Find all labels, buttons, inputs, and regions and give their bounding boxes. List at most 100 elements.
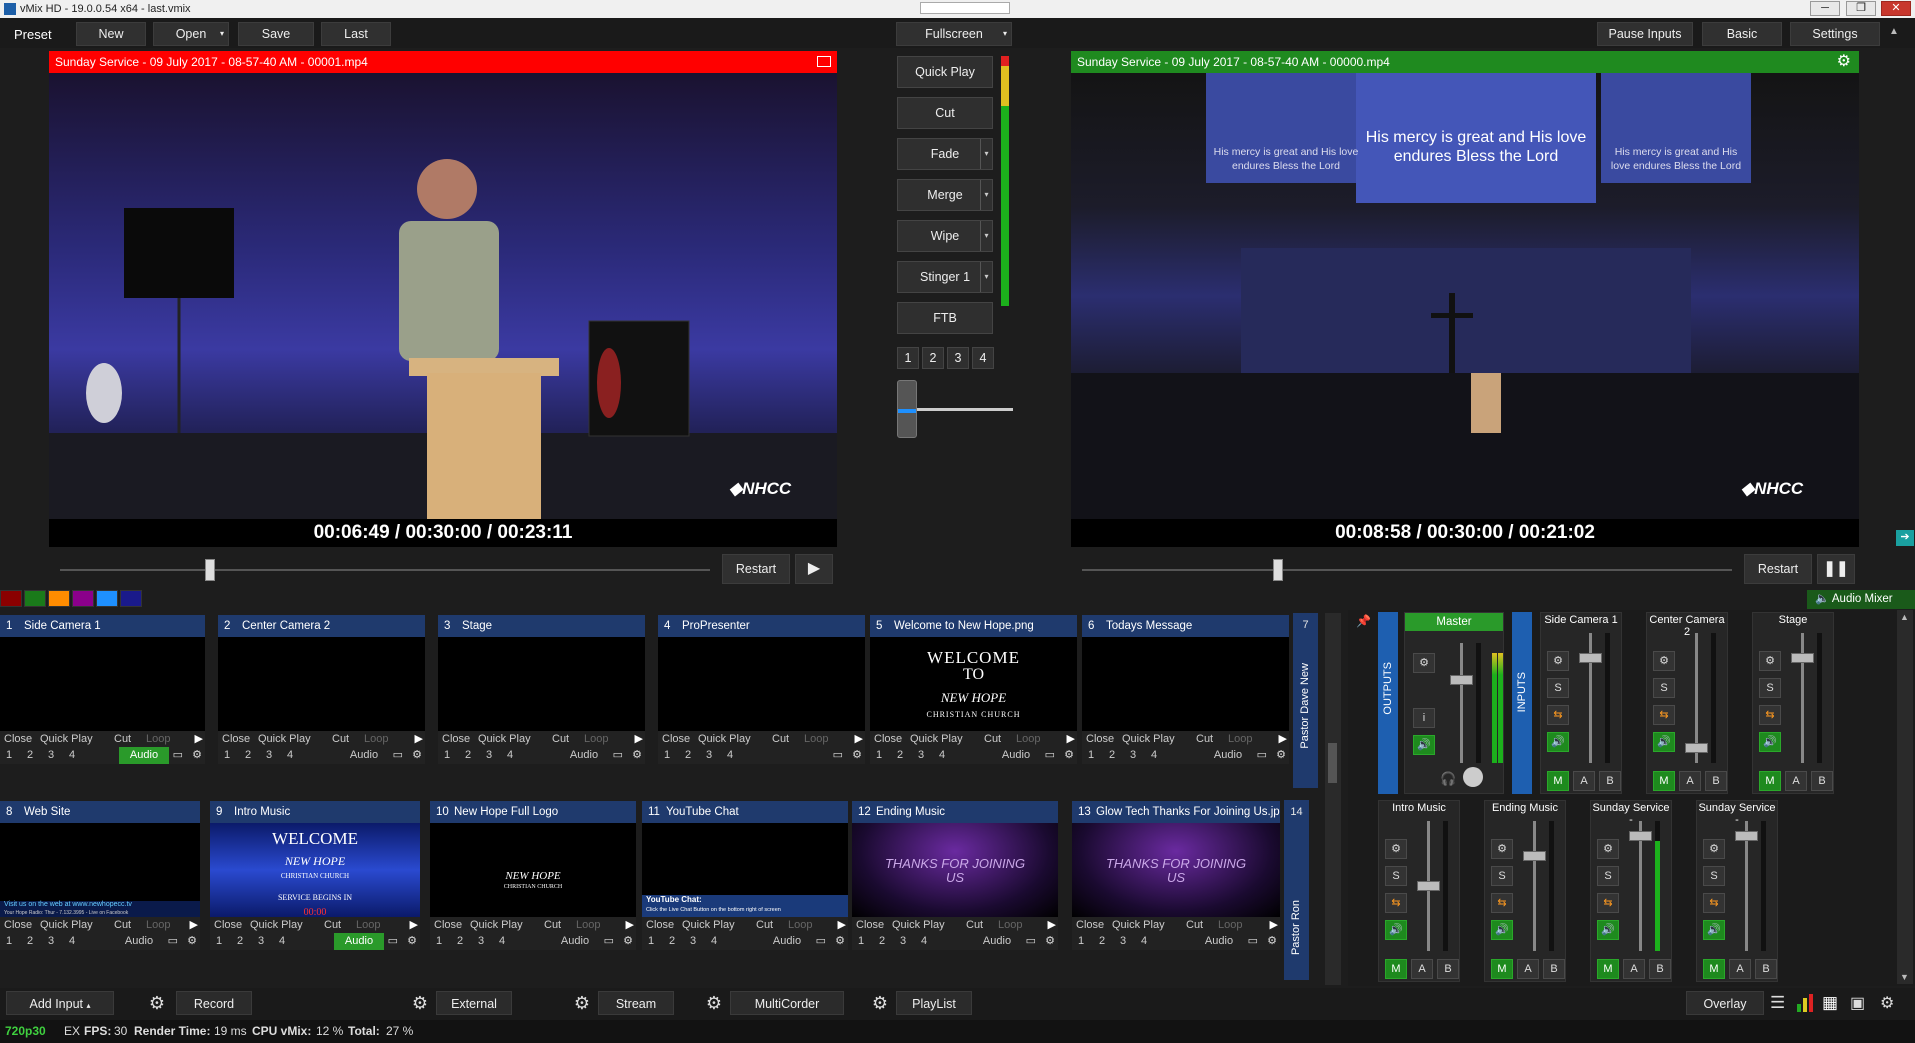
quick-play-button[interactable]: Quick Play [40,731,93,747]
gear-icon[interactable]: ⚙ [623,933,633,950]
fader-handle[interactable] [1685,743,1708,753]
cut-button[interactable]: Cut [772,731,789,747]
monitor-icon[interactable]: ▭ [604,933,614,950]
input-header[interactable]: 9 Intro Music [210,801,420,823]
overlay-3-button[interactable]: 3 [1130,747,1136,764]
play-icon[interactable]: ▶ [1270,917,1278,933]
overlay-2-button[interactable]: 2 [685,747,691,764]
output-restart-button[interactable]: Restart [1744,554,1812,584]
preview-scrub-handle[interactable] [205,559,215,581]
basic-button[interactable]: Basic [1702,22,1782,46]
input-thumbnail[interactable] [0,637,205,731]
last-button[interactable]: Last [321,22,391,46]
route-icon[interactable]: ⇆ [1653,705,1675,725]
quick-play-button[interactable]: Quick Play [1112,917,1165,933]
overlay-4-button[interactable]: 4 [507,747,513,764]
input-header[interactable]: 2 Center Camera 2 [218,615,425,637]
preview-popout-icon[interactable] [817,56,831,67]
input-tile[interactable]: 6 Todays Message Close Quick Play Cut Loop ▶ 1 2… [1082,615,1289,764]
route-icon[interactable]: ⇆ [1759,705,1781,725]
audio-button[interactable]: Audio [1203,747,1253,764]
play-icon[interactable]: ▶ [635,731,643,747]
expand-arrow-icon[interactable]: ➔ [1896,530,1914,546]
settings-button[interactable]: Settings [1790,22,1880,46]
gear-icon[interactable]: ⚙ [1385,839,1407,859]
input-header[interactable]: 5 Welcome to New Hope.png [870,615,1077,637]
close-button[interactable]: Close [646,917,674,933]
monitor-icon[interactable]: ▭ [173,747,183,764]
solo-button[interactable]: S [1547,678,1569,698]
input-thumbnail[interactable] [438,637,645,731]
monitor-icon[interactable]: ▭ [168,933,178,950]
color-swatch[interactable] [72,590,94,607]
overlay-2-button[interactable]: 2 [897,747,903,764]
mute-button[interactable]: M [1759,771,1781,791]
output-scrub-handle[interactable] [1273,559,1283,581]
gear-icon[interactable]: ⚙ [1759,651,1781,671]
cut-button[interactable]: Cut [756,917,773,933]
gear-icon[interactable]: ⚙ [852,747,862,764]
overlay-2-button[interactable]: 2 [245,747,251,764]
play-icon[interactable]: ▶ [838,917,846,933]
overlay-4-button[interactable]: 4 [921,933,927,950]
overlay-3-button[interactable]: 3 [48,933,54,950]
play-icon[interactable]: ▶ [1048,917,1056,933]
monitor-icon[interactable]: ▭ [1248,933,1258,950]
gear-icon[interactable]: ⚙ [187,933,197,950]
close-button[interactable]: Close [856,917,884,933]
play-icon[interactable]: ▶ [1067,731,1075,747]
overlay-1-button[interactable]: 1 [444,747,450,764]
output-video[interactable]: ◆NHCC His mercy is great and His love en… [1071,73,1859,519]
route-icon[interactable]: ⇆ [1491,893,1513,913]
new-button[interactable]: New [76,22,146,46]
bus-a-button[interactable]: A [1623,959,1645,979]
chevron-down-icon[interactable]: ▾ [980,262,992,292]
overlay-3-button[interactable]: 3 [918,747,924,764]
monitor-icon[interactable]: ▭ [1045,747,1055,764]
audio-button[interactable]: Audio [762,933,812,950]
quick-play-button[interactable]: Quick Play [250,917,303,933]
solo-button[interactable]: S [1703,866,1725,886]
input-thumbnail[interactable] [218,637,425,731]
quick-play-button[interactable]: Quick Play [897,56,993,88]
loop-button[interactable]: Loop [998,917,1022,933]
play-icon[interactable]: ▶ [855,731,863,747]
stream-button[interactable]: Stream [598,991,674,1015]
transition-page-1[interactable]: 1 [897,347,919,369]
fader-handle[interactable] [1791,653,1814,663]
outputs-tab[interactable]: OUTPUTS [1378,612,1398,794]
list-view-icon[interactable]: ☰ [1770,993,1785,1013]
close-button[interactable]: Close [4,731,32,747]
quick-play-button[interactable]: Quick Play [40,917,93,933]
wipe-button[interactable]: Wipe ▾ [897,220,993,252]
input-thumbnail[interactable]: NEW HOPE CHRISTIAN CHURCH [430,823,636,917]
gear-icon[interactable]: ⚙ [1837,51,1851,73]
loop-button[interactable]: Loop [146,917,170,933]
overlay-3-button[interactable]: 3 [690,933,696,950]
cut-button[interactable]: Cut [984,731,1001,747]
overlay-3-button[interactable]: 3 [706,747,712,764]
input-thumbnail[interactable] [1082,637,1289,731]
t-bar-handle[interactable] [897,380,917,438]
monitor-icon[interactable]: ▭ [613,747,623,764]
overlay-4-button[interactable]: 4 [287,747,293,764]
overlay-3-button[interactable]: 3 [900,933,906,950]
solo-button[interactable]: S [1597,866,1619,886]
overlay-4-button[interactable]: 4 [279,933,285,950]
speaker-icon[interactable]: 🔊 [1547,732,1569,752]
overlay-1-button[interactable]: 1 [6,747,12,764]
overlay-3-button[interactable]: 3 [48,747,54,764]
overlay-2-button[interactable]: 2 [27,747,33,764]
loop-button[interactable]: Loop [364,731,388,747]
overlay-1-button[interactable]: 1 [216,933,222,950]
input-tab-14[interactable]: 14 Pastor Ron [1284,800,1309,980]
chevron-down-icon[interactable]: ▾ [980,180,992,210]
audio-button[interactable]: Audio [559,747,609,764]
play-icon[interactable]: ▶ [410,917,418,933]
route-icon[interactable]: ⇆ [1547,705,1569,725]
preview-restart-button[interactable]: Restart [722,554,790,584]
cut-button[interactable]: Cut [897,97,993,129]
overlay-3-button[interactable]: 3 [478,933,484,950]
input-tile[interactable]: 2 Center Camera 2 Close Quick Play Cut Loop ▶ 1… [218,615,425,764]
color-swatch[interactable] [0,590,22,607]
